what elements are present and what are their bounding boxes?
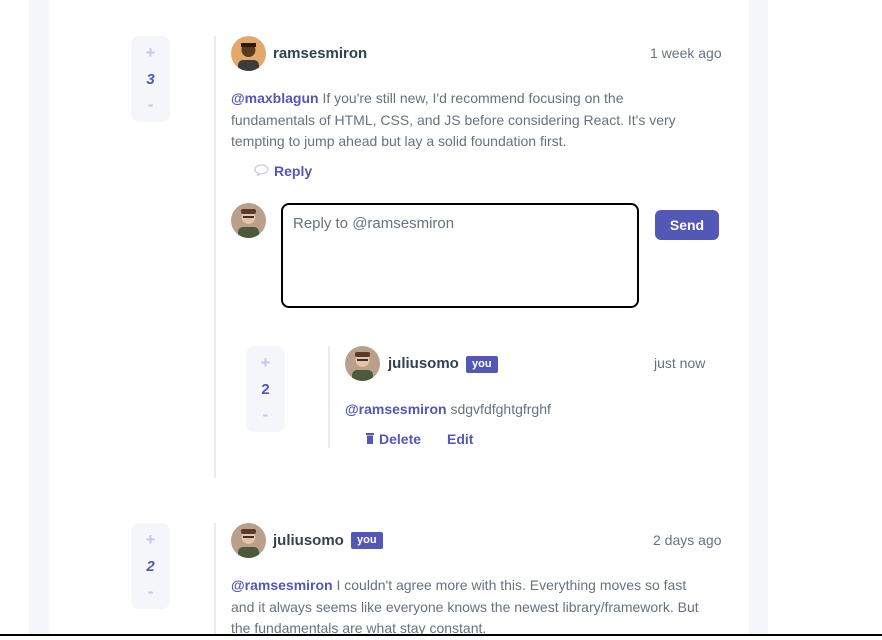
- reply-icon: [254, 163, 269, 179]
- you-badge: you: [466, 356, 498, 373]
- upvote-button[interactable]: +: [261, 354, 271, 372]
- thread-line: [328, 346, 330, 448]
- comment-text-line3: tempting to jump ahead but lay a solid f…: [231, 133, 567, 149]
- downvote-button[interactable]: -: [148, 96, 154, 114]
- trash-icon: [366, 431, 374, 447]
- downvote-button[interactable]: -: [263, 406, 269, 424]
- vote-widget: + 2 -: [131, 523, 170, 609]
- timestamp: 2 days ago: [653, 532, 722, 548]
- avatar[interactable]: [231, 523, 266, 558]
- reply-label: Reply: [274, 163, 313, 179]
- upvote-button[interactable]: +: [146, 44, 156, 62]
- reply-textarea[interactable]: [283, 205, 637, 306]
- reply-textarea-wrapper: [281, 203, 639, 308]
- comment-text-line2: and it always seems like everyone knows …: [231, 598, 699, 615]
- vote-widget: + 3 -: [131, 36, 170, 122]
- vote-widget: + 2 -: [246, 346, 285, 432]
- avatar[interactable]: [345, 346, 380, 381]
- comment-text: sdgvfdfghtgfrghf: [446, 401, 551, 417]
- send-button[interactable]: Send: [655, 210, 719, 240]
- avatar[interactable]: [231, 36, 266, 71]
- current-user-avatar: [231, 203, 266, 238]
- reply-button[interactable]: Reply: [254, 163, 312, 179]
- comment-content: @ramsesmiron I couldn't agree more with …: [231, 575, 721, 640]
- edit-label: Edit: [447, 431, 474, 447]
- username[interactable]: ramsesmiron: [273, 45, 367, 62]
- mention-link[interactable]: @ramsesmiron: [345, 401, 447, 417]
- timestamp: 1 week ago: [650, 45, 722, 61]
- score: 2: [261, 380, 270, 398]
- thread-line: [214, 523, 216, 636]
- upvote-button[interactable]: +: [146, 531, 156, 549]
- comment-text-line1: If you're still new, I'd recommend focus…: [318, 90, 624, 106]
- delete-button[interactable]: Delete: [366, 431, 421, 447]
- score: 2: [146, 557, 155, 575]
- delete-label: Delete: [379, 431, 422, 447]
- score: 3: [146, 70, 155, 88]
- comment-text-line2: fundamentals of HTML, CSS, and JS before…: [231, 111, 676, 128]
- avatar-image: [231, 203, 266, 238]
- timestamp: just now: [654, 355, 706, 371]
- thread-line: [214, 36, 216, 478]
- you-badge: you: [351, 532, 383, 549]
- avatar-image: [231, 523, 266, 558]
- mention-link[interactable]: @ramsesmiron: [231, 577, 333, 593]
- avatar-image: [231, 36, 266, 71]
- comment-text-line1: I couldn't agree more with this. Everyth…: [332, 577, 687, 593]
- comment-content: @maxblagun If you're still new, I'd reco…: [231, 88, 721, 153]
- comment-content: @ramsesmiron sdgvfdfghtgfrghf: [345, 399, 719, 421]
- username[interactable]: juliusomo: [273, 532, 344, 549]
- downvote-button[interactable]: -: [148, 583, 154, 601]
- avatar-image: [345, 346, 380, 381]
- mention-link[interactable]: @maxblagun: [231, 90, 319, 106]
- edit-button[interactable]: Edit: [447, 431, 473, 447]
- username[interactable]: juliusomo: [388, 355, 459, 372]
